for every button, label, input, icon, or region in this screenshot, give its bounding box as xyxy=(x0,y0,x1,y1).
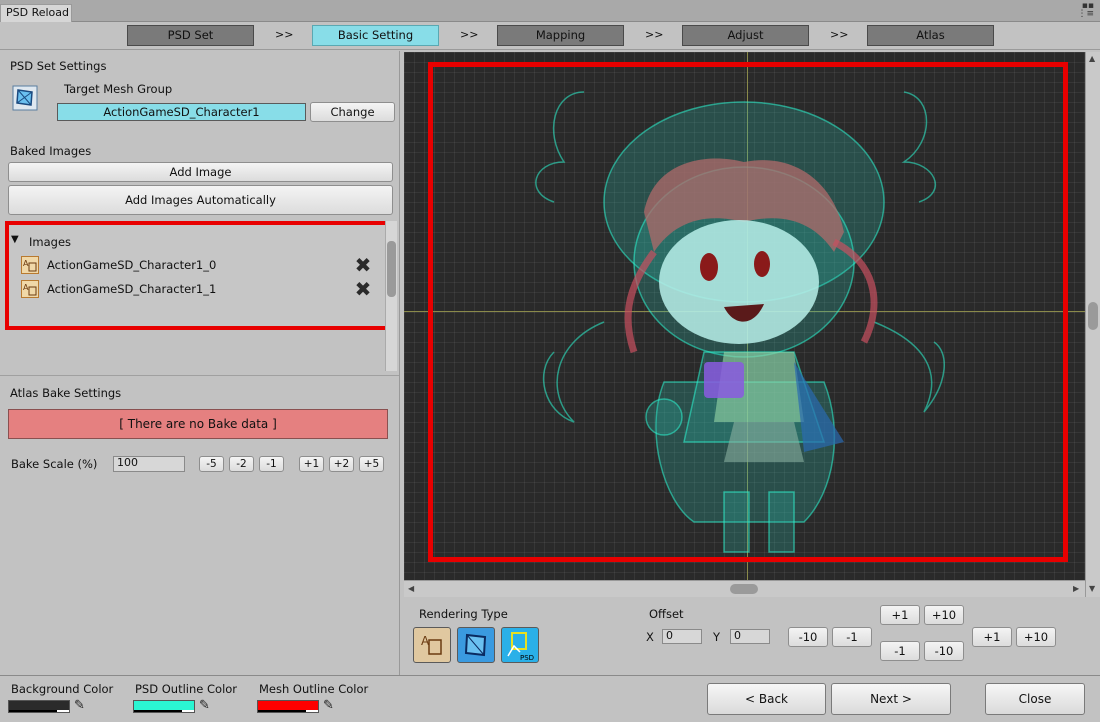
offset-x-minus-10-button[interactable]: -10 xyxy=(788,627,828,647)
bake-scale-field[interactable]: 100 xyxy=(113,456,185,472)
render-image-icon[interactable]: A xyxy=(413,627,451,663)
step-psd-set[interactable]: PSD Set xyxy=(127,25,254,46)
bake-scale-label: Bake Scale (%) xyxy=(11,457,98,471)
scale-plus-1-button[interactable]: +1 xyxy=(299,456,324,472)
eyedropper-icon[interactable]: ✎ xyxy=(199,699,213,713)
scrollbar-thumb[interactable] xyxy=(387,241,396,297)
images-list: ▼ Images A ActionGameSD_Character1_0 ✖ A… xyxy=(5,221,395,330)
bake-scale-buttons: -5 -2 -1 +1 +2 +5 xyxy=(199,456,389,472)
images-list-title: Images xyxy=(29,235,72,249)
scroll-left-icon[interactable]: ◀ xyxy=(408,584,414,593)
rendering-controls: Rendering Type A PSD Offset X 0 Y 0 -10 … xyxy=(404,599,1100,673)
eyedropper-icon[interactable]: ✎ xyxy=(74,699,88,713)
offset-y-minus-10-button[interactable]: -10 xyxy=(924,641,964,661)
step-separator: >> xyxy=(460,28,479,41)
scale-minus-2-button[interactable]: -2 xyxy=(229,456,254,472)
scroll-up-icon[interactable]: ▲ xyxy=(1089,54,1095,63)
mesh-outline-color-label: Mesh Outline Color xyxy=(259,682,369,696)
settings-panel: PSD Set Settings Target Mesh Group Actio… xyxy=(0,51,400,675)
rendering-type-label: Rendering Type xyxy=(419,607,508,621)
psd-set-settings-heading: PSD Set Settings xyxy=(10,59,107,73)
step-navigation: PSD Set >> Basic Setting >> Mapping >> A… xyxy=(0,22,1100,50)
step-mapping[interactable]: Mapping xyxy=(497,25,624,46)
scroll-down-icon[interactable]: ▼ xyxy=(1089,584,1095,593)
mesh-outline-frame xyxy=(428,62,1068,562)
change-button[interactable]: Change xyxy=(310,102,395,122)
psd-icon-label: PSD xyxy=(520,654,534,662)
step-separator: >> xyxy=(645,28,664,41)
offset-label: Offset xyxy=(649,607,684,621)
offset-x-minus-1-button[interactable]: -1 xyxy=(832,627,872,647)
offset-y-minus-1-button[interactable]: -1 xyxy=(880,641,920,661)
window-menu-icon[interactable]: ▪▪ ⋮≡ xyxy=(1077,2,1094,19)
offset-x-plus-1-button[interactable]: +1 xyxy=(972,627,1012,647)
offset-x-label: X xyxy=(646,630,654,644)
add-image-button[interactable]: Add Image xyxy=(8,162,393,182)
images-scrollbar[interactable] xyxy=(385,221,397,371)
step-separator: >> xyxy=(275,28,294,41)
remove-icon[interactable]: ✖ xyxy=(353,279,373,299)
scroll-right-icon[interactable]: ▶ xyxy=(1073,584,1079,593)
offset-y-plus-10-button[interactable]: +10 xyxy=(924,605,964,625)
remove-icon[interactable]: ✖ xyxy=(353,255,373,275)
scale-minus-1-button[interactable]: -1 xyxy=(259,456,284,472)
mesh-outline-color-swatch[interactable] xyxy=(257,700,319,713)
scale-plus-5-button[interactable]: +5 xyxy=(359,456,384,472)
baked-images-heading: Baked Images xyxy=(10,144,92,158)
psd-outline-color-label: PSD Outline Color xyxy=(135,682,238,696)
title-bar: PSD Reload ▪▪ ⋮≡ xyxy=(0,0,1100,22)
atlas-bake-settings-heading: Atlas Bake Settings xyxy=(10,386,122,400)
background-color-label: Background Color xyxy=(11,682,114,696)
offset-x-plus-10-button[interactable]: +10 xyxy=(1016,627,1056,647)
render-psd-outline-icon[interactable]: PSD xyxy=(501,627,539,663)
divider xyxy=(0,375,399,376)
mesh-group-icon xyxy=(12,85,38,111)
background-color-swatch[interactable] xyxy=(8,700,70,713)
window-tab[interactable]: PSD Reload xyxy=(0,4,72,22)
image-name: ActionGameSD_Character1_0 xyxy=(47,258,217,272)
footer-bar: Background Color ✎ PSD Outline Color ✎ M… xyxy=(0,675,1100,722)
expand-triangle-icon[interactable]: ▼ xyxy=(11,234,19,245)
step-basic-setting[interactable]: Basic Setting xyxy=(312,25,439,46)
vertical-scrollbar[interactable]: ▲ ▼ xyxy=(1085,52,1100,597)
step-separator: >> xyxy=(830,28,849,41)
horizontal-scrollbar[interactable]: ◀ ▶ xyxy=(404,580,1085,597)
list-item[interactable]: A ActionGameSD_Character1_0 ✖ xyxy=(21,255,381,275)
no-bake-data-notice: [ There are no Bake data ] xyxy=(8,409,388,439)
offset-x-field[interactable]: 0 xyxy=(662,629,702,644)
close-button[interactable]: Close xyxy=(985,683,1085,715)
list-item[interactable]: A ActionGameSD_Character1_1 ✖ xyxy=(21,279,381,299)
step-atlas[interactable]: Atlas xyxy=(867,25,994,46)
add-images-automatically-button[interactable]: Add Images Automatically xyxy=(8,185,393,215)
preview-canvas[interactable] xyxy=(404,52,1085,580)
window-title: PSD Reload xyxy=(6,6,70,19)
psd-outline-color-swatch[interactable] xyxy=(133,700,195,713)
scale-plus-2-button[interactable]: +2 xyxy=(329,456,354,472)
eyedropper-icon[interactable]: ✎ xyxy=(323,699,337,713)
step-adjust[interactable]: Adjust xyxy=(682,25,809,46)
next-button[interactable]: Next > xyxy=(831,683,951,715)
image-name: ActionGameSD_Character1_1 xyxy=(47,282,217,296)
back-button[interactable]: < Back xyxy=(707,683,826,715)
svg-text:A: A xyxy=(23,259,29,268)
image-icon: A xyxy=(21,280,39,298)
target-mesh-group-label: Target Mesh Group xyxy=(64,82,173,96)
offset-y-field[interactable]: 0 xyxy=(730,629,770,644)
render-mesh-icon[interactable] xyxy=(457,627,495,663)
image-icon: A xyxy=(21,256,39,274)
offset-y-label: Y xyxy=(713,630,721,644)
vertical-scroll-thumb[interactable] xyxy=(1088,302,1098,330)
offset-y-plus-1-button[interactable]: +1 xyxy=(880,605,920,625)
scale-minus-5-button[interactable]: -5 xyxy=(199,456,224,472)
svg-text:A: A xyxy=(23,283,29,292)
horizontal-scroll-thumb[interactable] xyxy=(730,584,758,594)
target-mesh-group-field[interactable]: ActionGameSD_Character1 xyxy=(57,103,306,121)
